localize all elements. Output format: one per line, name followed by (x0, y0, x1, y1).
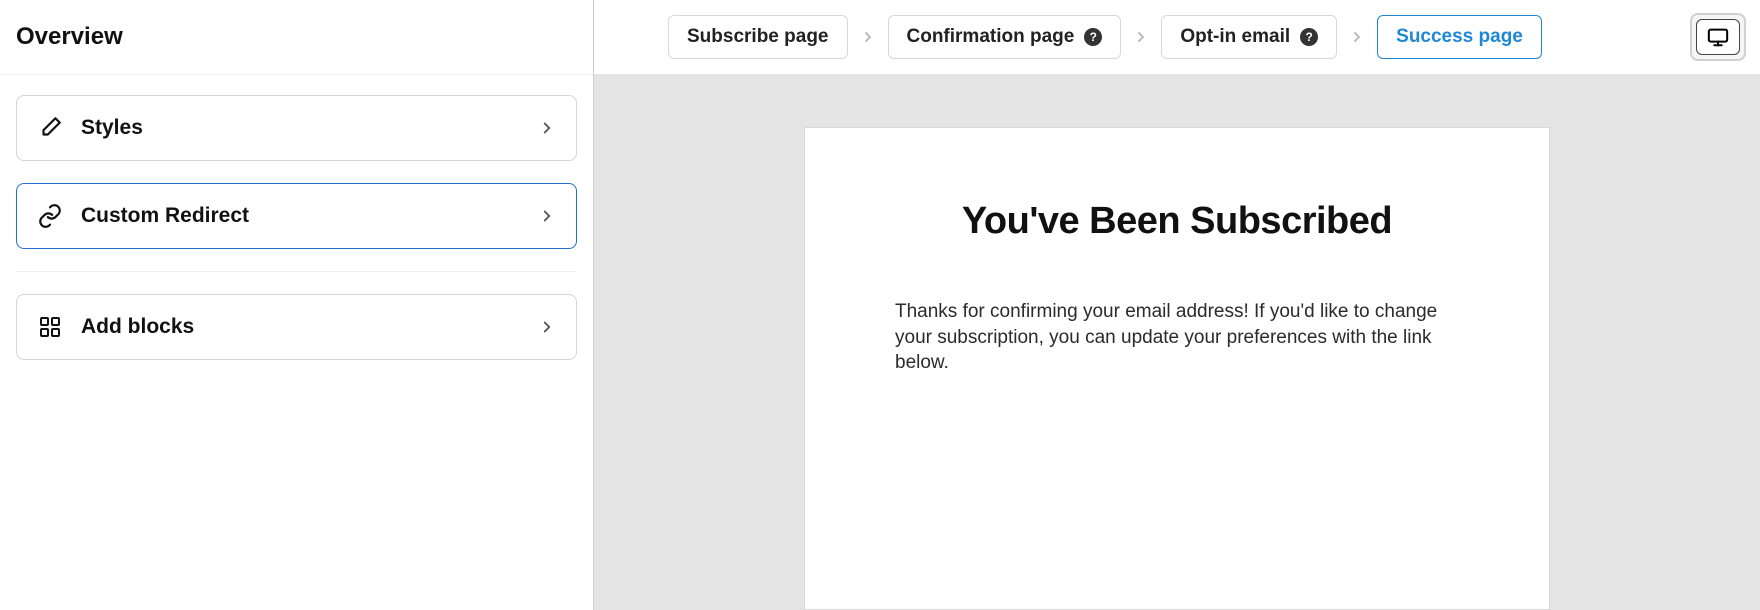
chevron-right-icon (860, 29, 876, 45)
chevron-right-icon (1349, 29, 1365, 45)
chevron-right-icon (538, 318, 556, 336)
chevron-right-icon (538, 119, 556, 137)
sidebar-body: Styles Custom Redirect (0, 75, 593, 382)
chevron-right-icon (1133, 29, 1149, 45)
add-blocks-button[interactable]: Add blocks (16, 294, 577, 360)
styles-button[interactable]: Styles (16, 95, 577, 161)
sidebar: Overview Styles (0, 0, 594, 610)
device-toggle (1690, 13, 1746, 61)
monitor-icon (1707, 26, 1729, 48)
sidebar-header: Overview (0, 0, 593, 75)
custom-redirect-button[interactable]: Custom Redirect (16, 183, 577, 249)
preview-heading: You've Been Subscribed (895, 200, 1459, 243)
preview-body-text: Thanks for confirming your email address… (895, 299, 1459, 376)
topbar: Subscribe page Confirmation page ? Opt-i… (594, 0, 1760, 75)
step-confirmation-page[interactable]: Confirmation page ? (888, 15, 1122, 59)
step-label: Opt-in email (1180, 26, 1290, 48)
sidebar-section-blocks: Add blocks (16, 294, 577, 382)
help-icon[interactable]: ? (1084, 28, 1102, 46)
step-label: Confirmation page (907, 26, 1075, 48)
help-icon[interactable]: ? (1300, 28, 1318, 46)
sidebar-section-settings: Styles Custom Redirect (16, 95, 577, 272)
custom-redirect-label: Custom Redirect (81, 204, 520, 228)
preview-canvas: You've Been Subscribed Thanks for confir… (594, 75, 1760, 610)
main: Subscribe page Confirmation page ? Opt-i… (594, 0, 1760, 610)
add-blocks-label: Add blocks (81, 315, 520, 339)
step-success-page[interactable]: Success page (1377, 15, 1542, 59)
preview-card[interactable]: You've Been Subscribed Thanks for confir… (804, 127, 1550, 610)
chevron-right-icon (538, 207, 556, 225)
step-optin-email[interactable]: Opt-in email ? (1161, 15, 1337, 59)
step-label: Subscribe page (687, 26, 829, 48)
pencil-icon (37, 115, 63, 141)
grid-icon (37, 314, 63, 340)
step-label: Success page (1396, 26, 1523, 48)
link-icon (37, 203, 63, 229)
sidebar-title: Overview (16, 23, 123, 51)
styles-label: Styles (81, 116, 520, 140)
step-breadcrumb: Subscribe page Confirmation page ? Opt-i… (608, 15, 1680, 59)
desktop-view-button[interactable] (1696, 19, 1740, 55)
step-subscribe-page[interactable]: Subscribe page (668, 15, 848, 59)
